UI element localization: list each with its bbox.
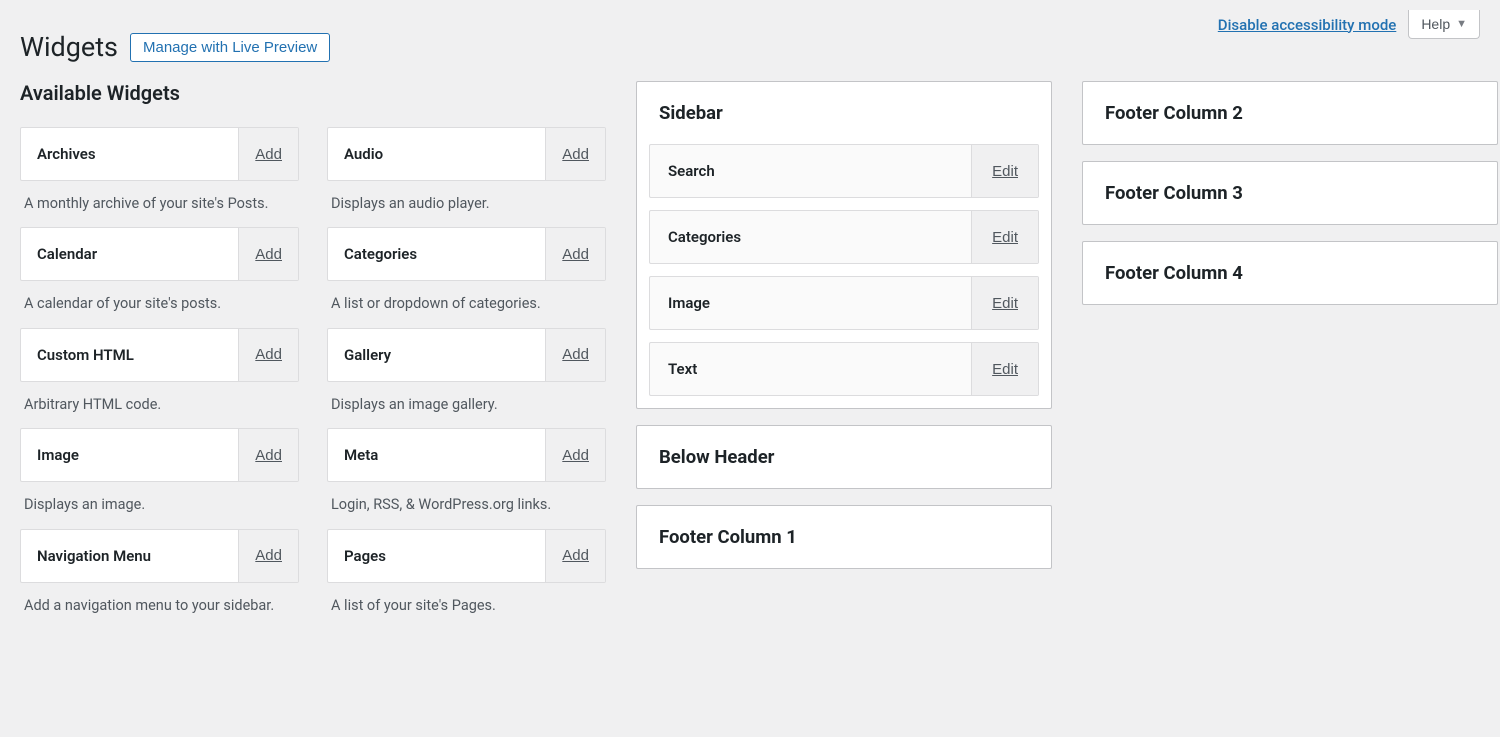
widget-area-footer-column-4[interactable]: Footer Column 4 xyxy=(1082,241,1498,305)
widget-desc: A list of your site's Pages. xyxy=(327,583,606,629)
widget-gallery[interactable]: Gallery Add xyxy=(327,328,606,382)
widget-archives[interactable]: Archives Add xyxy=(20,127,299,181)
widget-pages[interactable]: Pages Add xyxy=(327,529,606,583)
add-button[interactable]: Add xyxy=(238,530,298,582)
widget-name: Audio xyxy=(328,128,545,180)
widget-desc: A list or dropdown of categories. xyxy=(327,281,606,327)
placed-widget-name: Image xyxy=(650,277,971,329)
widget-name: Navigation Menu xyxy=(21,530,238,582)
widget-area-footer-column-1[interactable]: Footer Column 1 xyxy=(636,505,1052,569)
edit-button[interactable]: Edit xyxy=(971,211,1038,263)
add-button[interactable]: Add xyxy=(238,329,298,381)
add-button[interactable]: Add xyxy=(545,128,605,180)
widget-meta[interactable]: Meta Add xyxy=(327,428,606,482)
placed-widget-search[interactable]: Search Edit xyxy=(649,144,1039,198)
widget-area-title: Below Header xyxy=(637,426,1051,488)
widget-area-footer-column-3[interactable]: Footer Column 3 xyxy=(1082,161,1498,225)
widget-desc: Login, RSS, & WordPress.org links. xyxy=(327,482,606,528)
widget-audio[interactable]: Audio Add xyxy=(327,127,606,181)
widget-areas-column-2: Footer Column 2 Footer Column 3 Footer C… xyxy=(1082,81,1498,321)
add-button[interactable]: Add xyxy=(545,530,605,582)
manage-live-preview-button[interactable]: Manage with Live Preview xyxy=(130,33,330,62)
help-label: Help xyxy=(1421,16,1450,32)
widget-area-below-header[interactable]: Below Header xyxy=(636,425,1052,489)
widget-desc: Arbitrary HTML code. xyxy=(20,382,299,428)
placed-widget-categories[interactable]: Categories Edit xyxy=(649,210,1039,264)
add-button[interactable]: Add xyxy=(238,228,298,280)
chevron-down-icon: ▼ xyxy=(1456,18,1467,30)
page-title: Widgets xyxy=(20,31,118,63)
widget-image[interactable]: Image Add xyxy=(20,428,299,482)
placed-widget-name: Categories xyxy=(650,211,971,263)
add-button[interactable]: Add xyxy=(238,128,298,180)
add-button[interactable]: Add xyxy=(545,329,605,381)
widget-area-title: Footer Column 2 xyxy=(1083,82,1497,144)
widget-name: Calendar xyxy=(21,228,238,280)
widget-name: Archives xyxy=(21,128,238,180)
page-header: Widgets Manage with Live Preview xyxy=(20,31,1480,63)
widget-desc: Displays an image gallery. xyxy=(327,382,606,428)
widget-calendar[interactable]: Calendar Add xyxy=(20,227,299,281)
widget-name: Pages xyxy=(328,530,545,582)
edit-button[interactable]: Edit xyxy=(971,277,1038,329)
widget-desc: A calendar of your site's posts. xyxy=(20,281,299,327)
placed-widget-name: Text xyxy=(650,343,971,395)
widget-desc: A monthly archive of your site's Posts. xyxy=(20,181,299,227)
placed-widget-image[interactable]: Image Edit xyxy=(649,276,1039,330)
widget-area-title: Footer Column 4 xyxy=(1083,242,1497,304)
widget-custom-html[interactable]: Custom HTML Add xyxy=(20,328,299,382)
available-widgets-heading: Available Widgets xyxy=(20,81,606,105)
widget-area-sidebar[interactable]: Sidebar Search Edit Categories Edit Imag… xyxy=(636,81,1052,409)
edit-button[interactable]: Edit xyxy=(971,145,1038,197)
help-button[interactable]: Help ▼ xyxy=(1408,10,1480,39)
add-button[interactable]: Add xyxy=(545,429,605,481)
widget-desc: Add a navigation menu to your sidebar. xyxy=(20,583,299,629)
widget-area-title: Sidebar xyxy=(637,82,1051,144)
widget-desc: Displays an audio player. xyxy=(327,181,606,227)
widget-area-title: Footer Column 1 xyxy=(637,506,1051,568)
available-widgets-panel: Available Widgets Archives Add A monthly… xyxy=(20,81,606,629)
disable-accessibility-link[interactable]: Disable accessibility mode xyxy=(1218,16,1397,34)
widget-area-footer-column-2[interactable]: Footer Column 2 xyxy=(1082,81,1498,145)
widget-name: Categories xyxy=(328,228,545,280)
widget-name: Meta xyxy=(328,429,545,481)
widget-name: Image xyxy=(21,429,238,481)
placed-widget-text[interactable]: Text Edit xyxy=(649,342,1039,396)
widget-navigation-menu[interactable]: Navigation Menu Add xyxy=(20,529,299,583)
edit-button[interactable]: Edit xyxy=(971,343,1038,395)
widget-area-title: Footer Column 3 xyxy=(1083,162,1497,224)
widget-desc: Displays an image. xyxy=(20,482,299,528)
widget-areas-column-1: Sidebar Search Edit Categories Edit Imag… xyxy=(636,81,1052,585)
add-button[interactable]: Add xyxy=(238,429,298,481)
add-button[interactable]: Add xyxy=(545,228,605,280)
widget-name: Gallery xyxy=(328,329,545,381)
placed-widget-name: Search xyxy=(650,145,971,197)
widget-name: Custom HTML xyxy=(21,329,238,381)
widget-categories[interactable]: Categories Add xyxy=(327,227,606,281)
